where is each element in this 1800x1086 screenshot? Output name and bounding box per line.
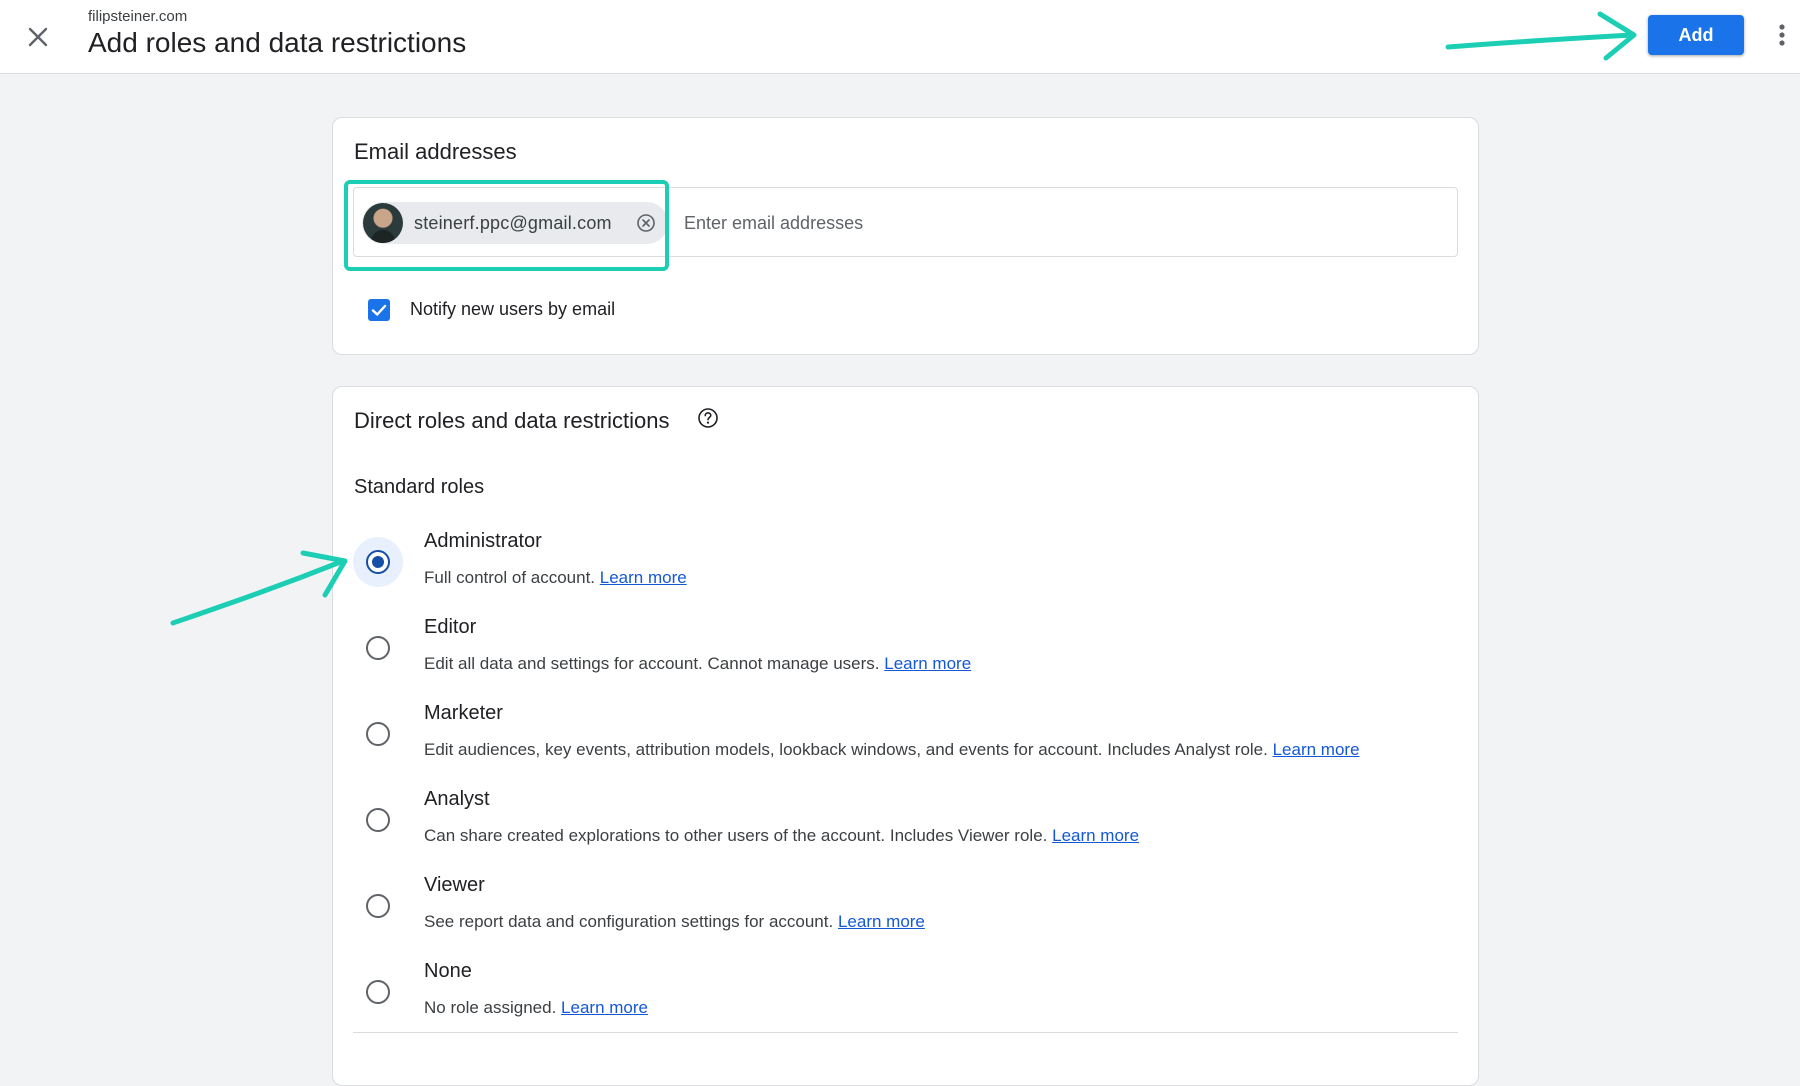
role-description: See report data and configuration settin… bbox=[424, 912, 925, 932]
annotation-arrow-administrator bbox=[170, 550, 348, 626]
role-description-text: Can share created explorations to other … bbox=[424, 826, 1048, 845]
learn-more-link[interactable]: Learn more bbox=[1052, 826, 1139, 845]
role-description-text: No role assigned. bbox=[424, 998, 557, 1017]
role-name: Administrator bbox=[424, 530, 542, 552]
radio-none[interactable] bbox=[366, 980, 390, 1004]
role-description-text: See report data and configuration settin… bbox=[424, 912, 834, 931]
learn-more-link[interactable]: Learn more bbox=[600, 568, 687, 587]
role-name: Marketer bbox=[424, 702, 503, 724]
role-option-administrator[interactable]: Administrator Full control of account. L… bbox=[333, 530, 1480, 617]
radio-analyst[interactable] bbox=[366, 808, 390, 832]
close-button[interactable] bbox=[20, 19, 56, 55]
role-name: Viewer bbox=[424, 874, 485, 896]
role-description: No role assigned. Learn more bbox=[424, 998, 648, 1018]
section-divider bbox=[353, 1032, 1458, 1033]
radio-administrator[interactable] bbox=[366, 550, 390, 574]
radio-editor[interactable] bbox=[366, 636, 390, 660]
add-button[interactable]: Add bbox=[1648, 15, 1744, 55]
learn-more-link[interactable]: Learn more bbox=[561, 998, 648, 1017]
top-app-bar: filipsteiner.com Add roles and data rest… bbox=[0, 0, 1800, 74]
email-input[interactable] bbox=[684, 206, 1424, 240]
role-description: Edit all data and settings for account. … bbox=[424, 654, 971, 674]
check-icon bbox=[371, 304, 387, 316]
role-option-analyst[interactable]: Analyst Can share created explorations t… bbox=[333, 788, 1480, 875]
radio-marketer[interactable] bbox=[366, 722, 390, 746]
role-description: Can share created explorations to other … bbox=[424, 826, 1139, 846]
role-name: None bbox=[424, 960, 472, 982]
property-name: filipsteiner.com bbox=[88, 8, 188, 25]
role-description-text: Edit audiences, key events, attribution … bbox=[424, 740, 1268, 759]
role-description: Full control of account. Learn more bbox=[424, 568, 687, 588]
roles-card: Direct roles and data restrictions Stand… bbox=[332, 386, 1479, 1086]
more-options-button[interactable] bbox=[1770, 20, 1794, 50]
role-description-text: Full control of account. bbox=[424, 568, 596, 587]
role-description-text: Edit all data and settings for account. … bbox=[424, 654, 880, 673]
role-option-none[interactable]: None No role assigned. Learn more bbox=[333, 960, 1480, 1047]
email-section-title: Email addresses bbox=[354, 139, 517, 164]
role-option-marketer[interactable]: Marketer Edit audiences, key events, att… bbox=[333, 702, 1480, 789]
page-title: Add roles and data restrictions bbox=[88, 27, 467, 58]
role-option-viewer[interactable]: Viewer See report data and configuration… bbox=[333, 874, 1480, 961]
learn-more-link[interactable]: Learn more bbox=[884, 654, 971, 673]
roles-section-title: Direct roles and data restrictions bbox=[354, 408, 670, 433]
more-vert-icon bbox=[1779, 24, 1785, 46]
help-icon[interactable] bbox=[697, 407, 719, 429]
close-icon bbox=[28, 27, 48, 47]
notify-checkbox[interactable] bbox=[368, 299, 390, 321]
notify-label: Notify new users by email bbox=[410, 299, 616, 319]
role-description: Edit audiences, key events, attribution … bbox=[424, 740, 1360, 760]
annotation-highlight-box bbox=[344, 180, 669, 271]
role-option-editor[interactable]: Editor Edit all data and settings for ac… bbox=[333, 616, 1480, 703]
learn-more-link[interactable]: Learn more bbox=[838, 912, 925, 931]
learn-more-link[interactable]: Learn more bbox=[1273, 740, 1360, 759]
role-name: Editor bbox=[424, 616, 477, 638]
radio-viewer[interactable] bbox=[366, 894, 390, 918]
standard-roles-label: Standard roles bbox=[354, 476, 485, 498]
role-name: Analyst bbox=[424, 788, 490, 810]
